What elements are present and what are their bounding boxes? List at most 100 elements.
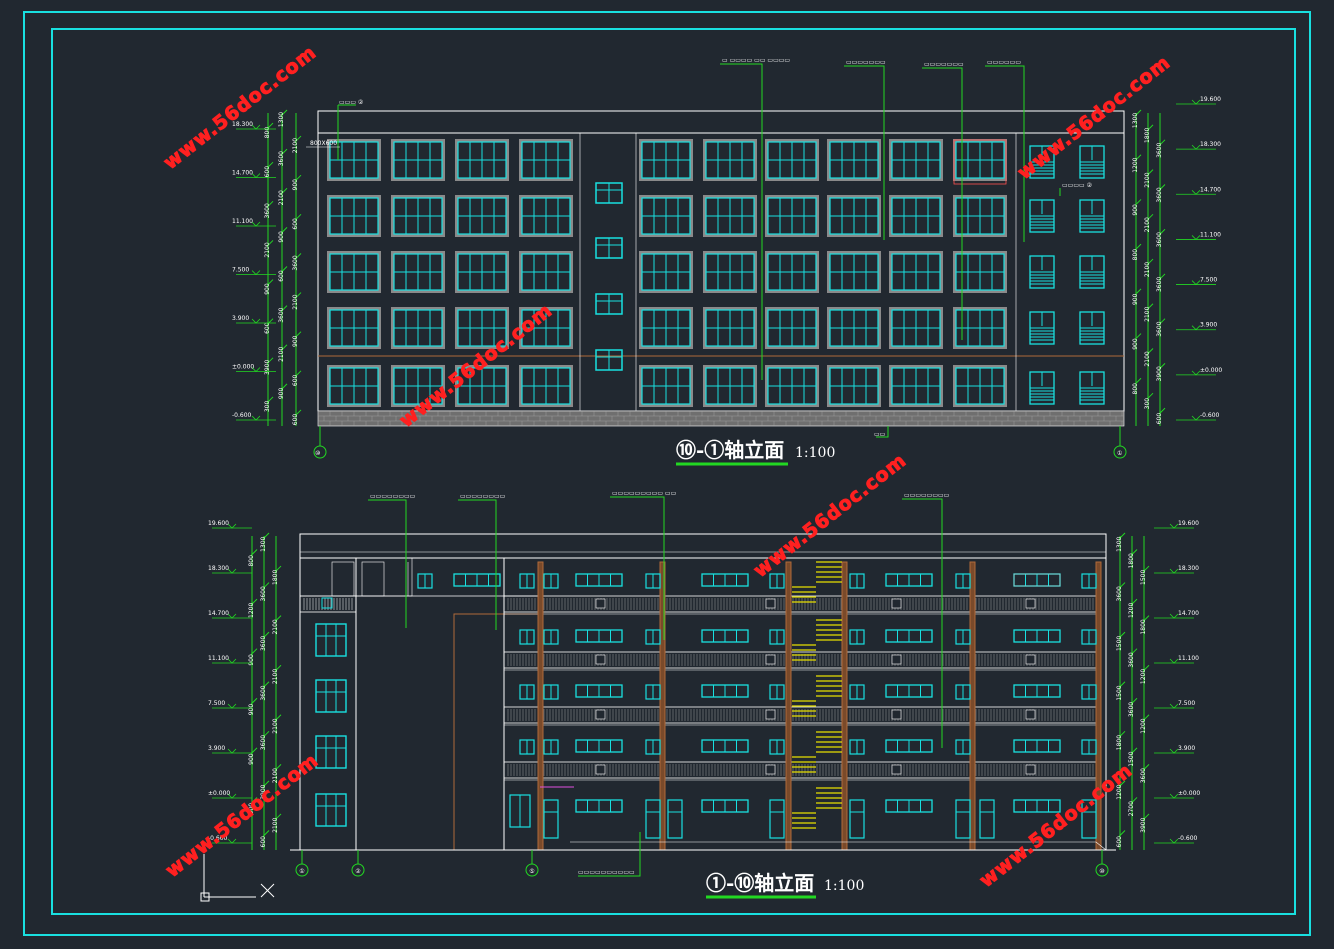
level-label: ±0.000 (1178, 790, 1200, 797)
dimension-label: 900 (278, 387, 285, 399)
dimension-label: 1300 (278, 112, 285, 127)
dimension-label: 3600 (1156, 232, 1163, 247)
dimension-label: 2100 (1144, 306, 1151, 321)
dimension-label: 3600 (260, 636, 267, 651)
dimension-label: 1500 (1140, 570, 1147, 585)
window (315, 793, 347, 827)
dimension-label: 900 (292, 335, 299, 347)
dimension-label: 600 (1156, 413, 1163, 425)
level-label: 3.900 (232, 315, 249, 322)
dimension-label: 600 (260, 836, 267, 848)
level-label: 14.700 (232, 170, 253, 177)
bottom-scale: 1:100 (824, 878, 864, 894)
watermark-text: www.56doc.com (976, 759, 1137, 892)
dimension-label: 800 (1132, 249, 1139, 261)
dimension-label: 2100 (292, 138, 299, 153)
door (769, 799, 785, 839)
svg-text:▭▭▭▭▭▭: ▭▭▭▭▭▭ (987, 59, 1021, 66)
cad-drawing-canvas[interactable]: ▭ ▭▭▭▭ ▭▭ ▭▭▭▭ ▭▭▭▭▭▭▭ ▭▭▭▭▭▭▭ ▭▭▭▭▭▭ ▭▭… (0, 0, 1334, 949)
top-plinth (317, 410, 1125, 427)
dimension-label: 1300 (260, 536, 267, 551)
level-label: 19.600 (208, 520, 229, 527)
axis-label: ① (299, 868, 304, 875)
dimension-label: 300 (264, 401, 271, 413)
level-label: ±0.000 (1200, 367, 1222, 374)
dimension-label: 600 (292, 374, 299, 386)
level-label: 14.700 (1178, 610, 1199, 617)
dimension-label: 1200 (1140, 669, 1147, 684)
dimension-label: 3600 (1156, 187, 1163, 202)
dimension-label: 1300 (1132, 113, 1139, 128)
svg-text:▭▭▭▭▭▭▭▭: ▭▭▭▭▭▭▭▭ (370, 493, 415, 500)
ucs-icon (200, 854, 275, 902)
level-label: ±0.000 (232, 364, 254, 371)
dimension-label: 3600 (292, 255, 299, 270)
top-axis-left: ⑩ (315, 450, 320, 457)
column (785, 561, 792, 851)
door (543, 799, 559, 839)
bottom-title: ①-⑩轴立面 (706, 871, 814, 895)
dimension-label: 1500 (1116, 636, 1123, 651)
bottom-roof-band (299, 533, 1107, 559)
svg-text:▭▭: ▭▭ (874, 431, 885, 438)
watermark-text: www.56doc.com (1014, 51, 1175, 184)
dimension-label: 1300 (1116, 536, 1123, 551)
dimension-label: 1500 (1116, 685, 1123, 700)
top-scale: 1:100 (795, 445, 835, 461)
dimension-label: 2100 (1144, 217, 1151, 232)
column (969, 561, 976, 851)
level-label: -0.600 (1200, 412, 1220, 419)
dimension-label: 600 (264, 322, 271, 334)
dimension-label: 2100 (1144, 351, 1151, 366)
dimension-label: 1800 (1116, 735, 1123, 750)
dimension-label: 3600 (1116, 586, 1123, 601)
dimension-label: 900 (278, 231, 285, 243)
dimension-label: 1500 (1128, 751, 1135, 766)
level-label: 3.900 (208, 745, 225, 752)
svg-text:▭▭▭▭▭▭▭: ▭▭▭▭▭▭▭ (846, 59, 886, 66)
top-window-label: 800X600 (310, 140, 337, 147)
dimension-label: 900 (1132, 293, 1139, 305)
dimension-label: 1800 (1144, 128, 1151, 143)
dimension-label: 3600 (260, 735, 267, 750)
level-label: 18.300 (1200, 141, 1221, 148)
column (841, 561, 848, 851)
dimension-label: 3600 (1128, 652, 1135, 667)
dimension-label: 900 (1132, 204, 1139, 216)
top-axis-right: ① (1117, 450, 1122, 457)
dimension-label: 900 (248, 753, 255, 765)
dimension-label: 600 (292, 414, 299, 426)
dimension-label: 2100 (264, 242, 271, 257)
level-label: 11.100 (1178, 655, 1199, 662)
dimension-label: 3600 (260, 685, 267, 700)
dimension-label: 2100 (278, 346, 285, 361)
level-label: 18.300 (208, 565, 229, 572)
dimension-label: 1200 (248, 603, 255, 618)
level-label: 19.600 (1178, 520, 1199, 527)
door (979, 799, 995, 839)
level-label: 11.100 (208, 655, 229, 662)
level-label: 14.700 (1200, 186, 1221, 193)
level-label: -0.600 (232, 412, 252, 419)
dimension-label: 3900 (1140, 817, 1147, 832)
axis-label: ⑤ (529, 868, 534, 875)
dimension-label: 2100 (292, 294, 299, 309)
window (315, 623, 347, 657)
dimension-label: 2100 (272, 669, 279, 684)
dimension-label: 900 (292, 179, 299, 191)
dimension-label: 2100 (272, 619, 279, 634)
top-elevation: ▭ ▭▭▭▭ ▭▭ ▭▭▭▭ ▭▭▭▭▭▭▭ ▭▭▭▭▭▭▭ ▭▭▭▭▭▭ ▭▭… (232, 57, 1222, 466)
dimension-label: 1800 (272, 570, 279, 585)
svg-text:▭▭▭▭▭▭▭▭▭ ▭▭: ▭▭▭▭▭▭▭▭▭ ▭▭ (612, 490, 676, 497)
dimension-label: 2100 (272, 718, 279, 733)
dimension-label: 2700 (1128, 801, 1135, 816)
dimension-label: 2100 (1144, 172, 1151, 187)
level-label: 14.700 (208, 610, 229, 617)
dimension-label: 300 (1144, 398, 1151, 410)
dimension-label: 3600 (1156, 321, 1163, 336)
dimension-label: 3600 (1156, 277, 1163, 292)
level-label: 3.900 (1178, 745, 1195, 752)
top-title: ⑩-①轴立面 (676, 438, 784, 462)
svg-text:▭▭▭▭▭▭▭▭▭▭: ▭▭▭▭▭▭▭▭▭▭ (578, 869, 635, 876)
window (315, 735, 347, 769)
